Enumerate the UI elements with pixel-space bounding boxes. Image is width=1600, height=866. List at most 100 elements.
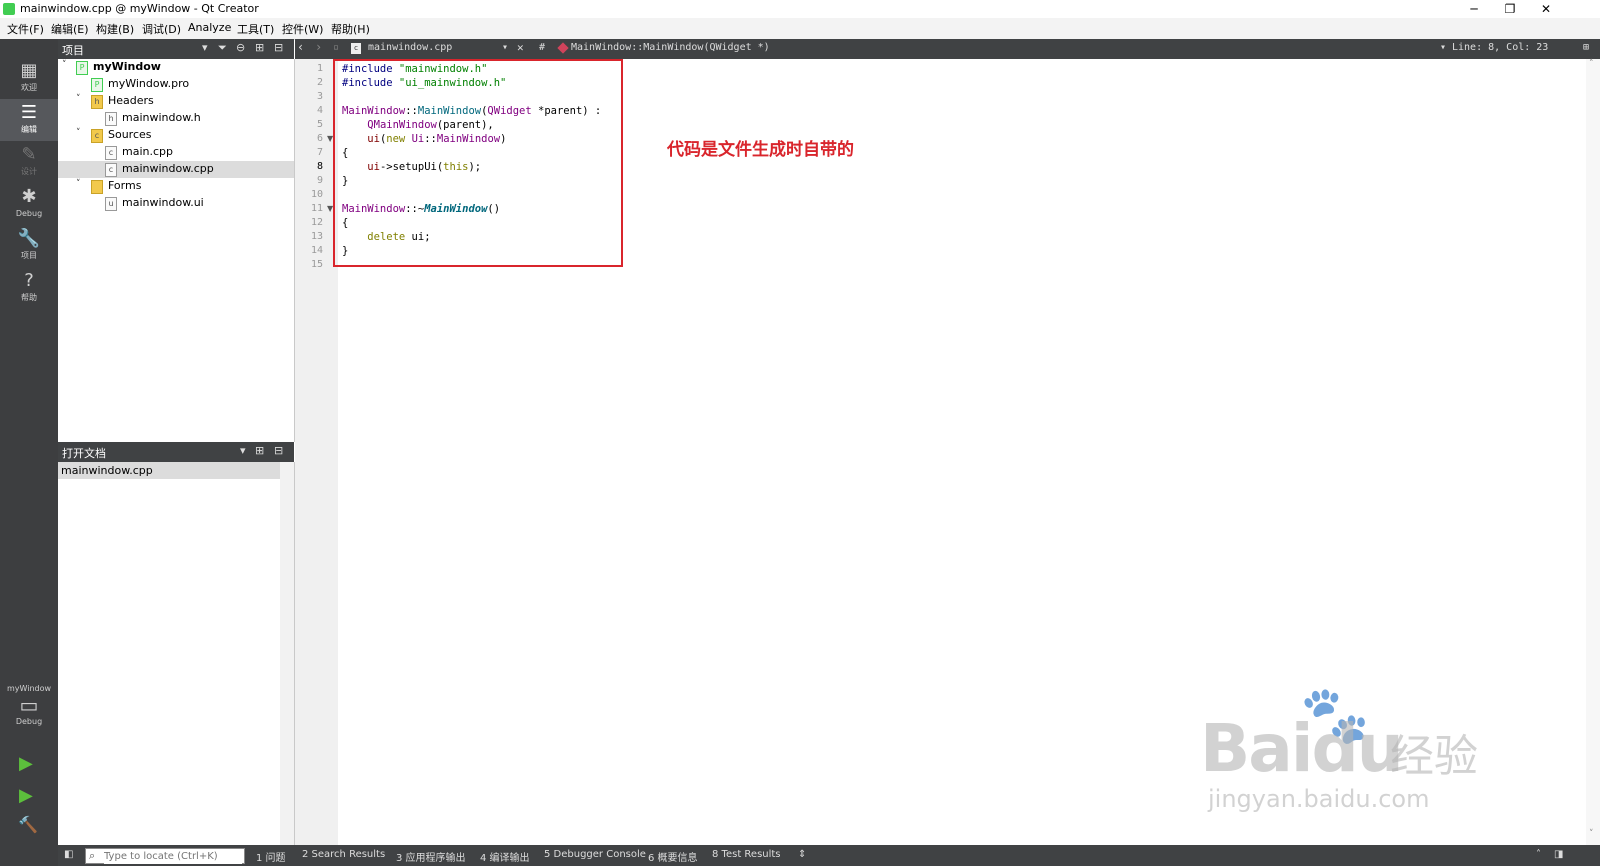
mode-debug[interactable]: ✱ Debug (0, 183, 58, 225)
output-tab-search-results[interactable]: 2 Search Results (302, 849, 385, 860)
tree-label: myWindow (93, 60, 161, 73)
chevron-down-icon[interactable]: ˅ (76, 94, 81, 104)
lock-icon: ▫ (333, 42, 340, 53)
chevron-down-icon[interactable]: ˅ (76, 128, 81, 138)
line-number: 8 (316, 161, 323, 172)
mode-help[interactable]: ? 帮助 (0, 267, 58, 309)
line-number: 13 (310, 231, 323, 242)
maximize-button[interactable]: ❐ (1492, 0, 1528, 18)
tree-item-main-cpp[interactable]: c main.cpp (58, 144, 294, 161)
chevron-up-icon[interactable]: ˄ (1536, 849, 1541, 860)
debug-run-icon[interactable]: ▶ (19, 785, 33, 806)
tree-label: main.cpp (122, 145, 173, 158)
toggle-sidebar-icon[interactable]: ◧ (64, 849, 73, 860)
run-icon[interactable]: ▶ (19, 753, 33, 774)
line-number: 3 (316, 91, 323, 102)
menu-help[interactable]: 帮助(H) (331, 21, 370, 37)
open-documents-scrollbar[interactable] (280, 462, 294, 845)
output-tab-compile-output[interactable]: 4 编译输出 (480, 849, 530, 864)
tree-label: mainwindow.cpp (122, 162, 214, 175)
tree-item-pro-file[interactable]: P myWindow.pro (58, 76, 294, 93)
scroll-down-icon[interactable]: ˅ (1589, 829, 1594, 839)
menu-tools[interactable]: 工具(T) (237, 21, 274, 37)
forward-icon[interactable]: › (315, 40, 322, 54)
tree-item-forms[interactable]: ˅ Forms (58, 178, 294, 195)
menu-analyze[interactable]: Analyze (188, 21, 231, 34)
menu-bar: 文件(F) 编辑(E) 构建(B) 调试(D) Analyze 工具(T) 控件… (0, 18, 1600, 40)
header-file-icon: h (105, 112, 117, 126)
output-tab-test-results[interactable]: 8 Test Results (712, 849, 781, 860)
bug-icon: ✱ (21, 186, 37, 207)
menu-file[interactable]: 文件(F) (7, 21, 44, 37)
output-tab-debugger-console[interactable]: 5 Debugger Console (544, 849, 646, 860)
toggle-right-sidebar-icon[interactable]: ◨ (1554, 849, 1563, 860)
split-icon[interactable]: ⊞ (1583, 42, 1589, 53)
kit-config-label: Debug (15, 717, 43, 726)
tree-item-mainwindow-cpp[interactable]: c mainwindow.cpp (58, 161, 294, 178)
locator-box[interactable]: ⌕ (85, 848, 245, 864)
output-tab-general-messages[interactable]: 6 概要信息 (648, 849, 698, 864)
filter-icon[interactable]: ⏷ (218, 41, 227, 55)
chevron-down-icon[interactable]: ˅ (62, 60, 67, 70)
output-tab-issues[interactable]: 1 问题 (256, 849, 286, 864)
line-number: 4 (316, 105, 323, 116)
qt-creator-logo-icon (3, 3, 15, 15)
split-icon[interactable]: ⊞ (255, 41, 264, 54)
folder-icon: h (91, 95, 103, 109)
split-icon[interactable]: ⊞ (255, 444, 264, 457)
back-icon[interactable]: ‹ (297, 40, 304, 54)
menu-widgets[interactable]: 控件(W) (282, 21, 323, 37)
grid-icon: ▦ (20, 60, 38, 81)
highlight-box (333, 59, 623, 267)
tree-item-mywindow[interactable]: ˅ P myWindow (58, 59, 294, 76)
chevron-down-icon[interactable]: ▾ (240, 444, 246, 457)
current-file-combo[interactable]: mainwindow.cpp (368, 42, 452, 53)
project-file-icon: P (76, 61, 88, 75)
tree-label: Sources (108, 128, 152, 141)
close-document-icon[interactable]: ✕ (517, 41, 524, 54)
line-number: 12 (310, 217, 323, 228)
chevron-down-icon[interactable]: ˅ (76, 179, 81, 189)
link-icon[interactable]: ⊖ (236, 41, 245, 54)
open-document-item[interactable]: mainwindow.cpp (58, 462, 280, 479)
tree-item-mainwindow-h[interactable]: h mainwindow.h (58, 110, 294, 127)
line-number: 14 (310, 245, 323, 256)
cursor-position-label[interactable]: Line: 8, Col: 23 (1452, 42, 1548, 53)
kit-selector[interactable]: myWindow ▭ Debug (0, 684, 58, 736)
monitor-icon: ▭ (19, 693, 39, 717)
watermark-brand: Baidu (1200, 710, 1404, 787)
editor-scrollbar[interactable]: ˄ ˅ (1586, 59, 1600, 845)
chevron-down-icon[interactable]: ▾ (1440, 42, 1446, 53)
mode-edit[interactable]: ☰ 编辑 (0, 99, 58, 141)
tree-label: Forms (108, 179, 142, 192)
build-hammer-icon[interactable]: 🔨 (18, 815, 38, 834)
close-pane-icon[interactable]: ⊟ (274, 444, 283, 457)
help-icon: ? (24, 270, 34, 291)
tree-item-sources[interactable]: ˅ c Sources (58, 127, 294, 144)
tree-item-mainwindow-ui[interactable]: u mainwindow.ui (58, 195, 294, 212)
menu-edit[interactable]: 编辑(E) (51, 21, 89, 37)
scroll-up-icon[interactable]: ˄ (1589, 59, 1594, 69)
minimize-button[interactable]: ─ (1456, 0, 1492, 18)
edit-icon: ☰ (20, 102, 38, 123)
menu-debug[interactable]: 调试(D) (142, 21, 181, 37)
more-tabs-icon[interactable]: ⇕ (798, 849, 806, 860)
chevron-down-icon[interactable]: ▾ (502, 42, 508, 53)
close-pane-icon[interactable]: ⊟ (274, 41, 283, 54)
locator-input[interactable] (104, 849, 242, 864)
project-panel-header: 项目 ▾ ⏷ ⊖ ⊞ ⊟ (58, 39, 294, 59)
watermark-url: jingyan.baidu.com (1208, 785, 1430, 813)
menu-build[interactable]: 构建(B) (96, 21, 134, 37)
chevron-down-icon[interactable]: ▾ (202, 41, 208, 54)
tree-label: mainwindow.ui (122, 196, 204, 209)
open-documents-title: 打开文档 (62, 447, 106, 460)
mode-projects[interactable]: 🔧 项目 (0, 225, 58, 267)
tree-item-headers[interactable]: ˅ h Headers (58, 93, 294, 110)
mode-design[interactable]: ✎ 设计 (0, 141, 58, 183)
close-button[interactable]: ✕ (1528, 0, 1564, 18)
output-tab-application-output[interactable]: 3 应用程序输出 (396, 849, 466, 864)
symbol-combo[interactable]: MainWindow::MainWindow(QWidget *) (571, 42, 770, 53)
line-number-gutter: 1 2 3 4 5 6 ▼ 7 8 9 10 11 ▼ 12 13 14 15 (295, 59, 338, 845)
mode-welcome[interactable]: ▦ 欢迎 (0, 57, 58, 99)
line-number: 5 (316, 119, 323, 130)
